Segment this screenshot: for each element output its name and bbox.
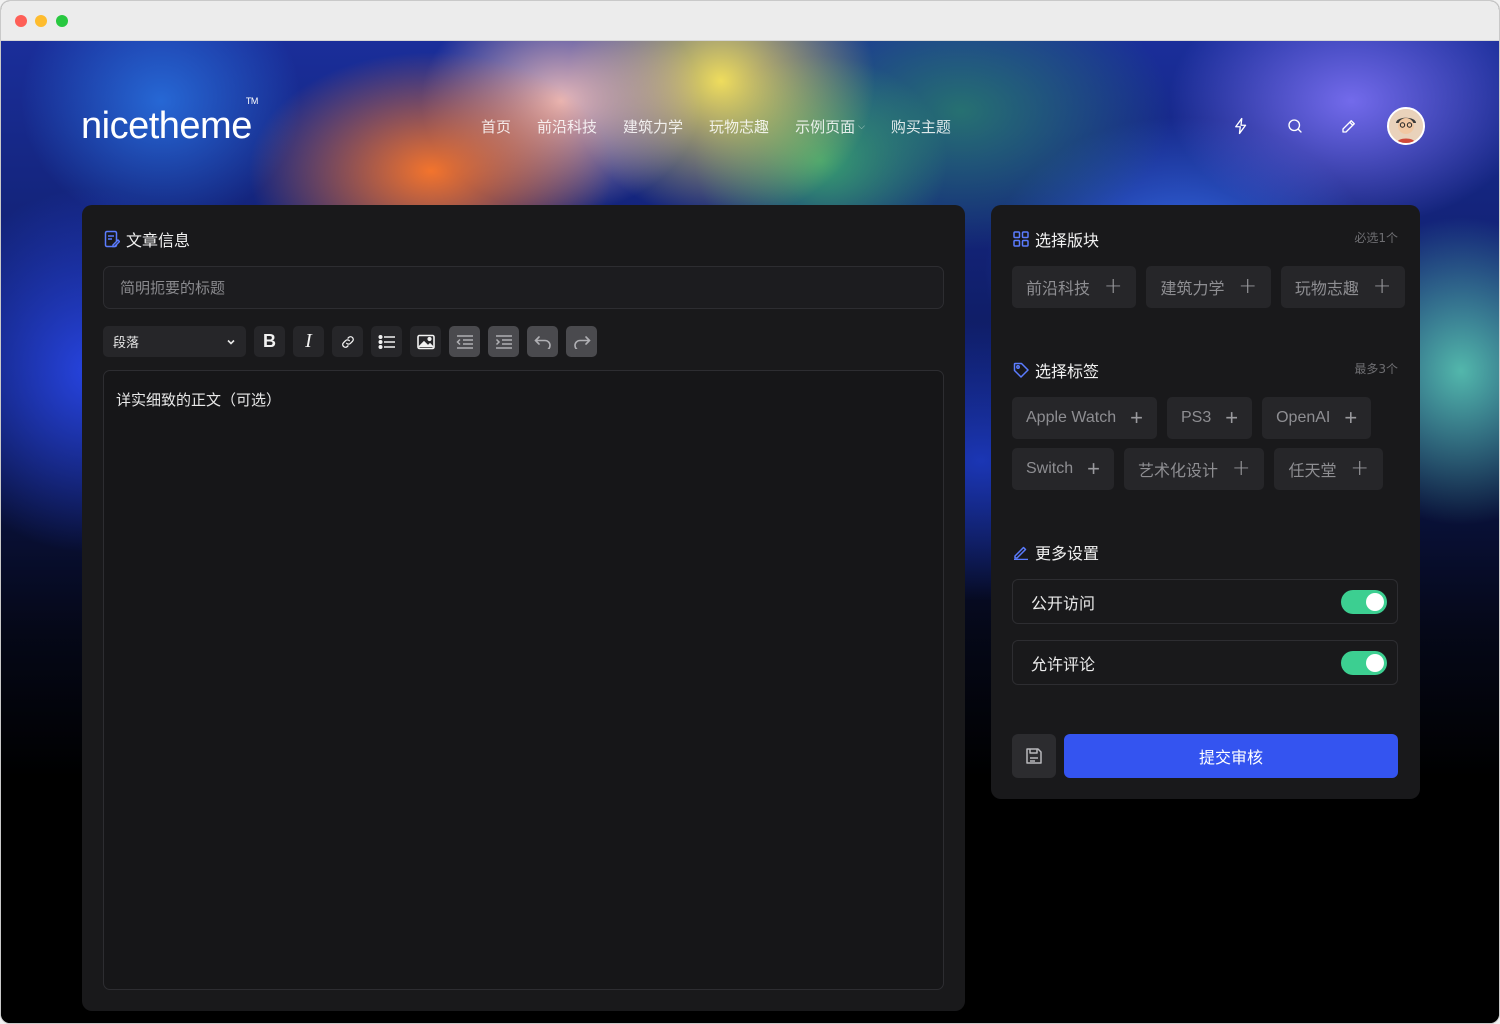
board-options: 前沿科技 + 建筑力学 + 玩物志趣 + [1012,266,1415,308]
plus-icon: + [1344,405,1358,430]
tag-options: Apple Watch + PS3 + OpenAI + [1012,397,1412,439]
header-actions [1225,107,1425,145]
plus-icon: + [1372,274,1392,299]
board-option-hobbies[interactable]: 玩物志趣 + [1280,266,1406,308]
outdent-button[interactable] [449,326,480,357]
article-section-title: 文章信息 [104,227,190,251]
nav-item-architecture[interactable]: 建筑力学 [623,116,683,137]
save-icon [1026,748,1042,764]
bullet-list-button[interactable] [371,326,402,357]
tag-option-openai[interactable]: OpenAI + [1262,397,1372,439]
grid-icon [1013,231,1029,247]
tag-option-apple-watch[interactable]: Apple Watch + [1012,397,1157,439]
allow-comments-toggle[interactable] [1341,650,1387,675]
indent-icon [495,334,512,349]
nav-item-hobbies[interactable]: 玩物志趣 [709,116,769,137]
plus-icon: + [1130,405,1143,430]
undo-icon [533,335,551,349]
edit-document-icon [104,230,120,248]
image-icon [416,334,435,349]
outdent-icon [455,334,473,349]
tag-option-switch[interactable]: Switch + [1012,448,1114,490]
tag-options-row2: Switch + 艺术化设计 + 任天堂 + [1012,448,1412,490]
submit-review-button[interactable]: 提交审核 [1064,734,1398,778]
window-titlebar [1,1,1499,41]
pen-icon [1013,544,1029,560]
nav-item-buy-theme[interactable]: 购买主题 [891,116,951,137]
editor-placeholder: 详实细致的正文（可选） [116,391,282,409]
insert-image-button[interactable] [410,326,441,357]
user-avatar[interactable] [1387,107,1425,145]
undo-button[interactable] [527,326,558,357]
plus-icon: + [1225,405,1239,430]
nav-item-tech[interactable]: 前沿科技 [537,116,597,137]
tag-option-art-design[interactable]: 艺术化设计 + [1123,448,1265,490]
paragraph-format-select[interactable]: 段落 [103,326,246,357]
tags-hint: 最多3个 [1354,362,1398,376]
plus-icon: + [1232,456,1251,481]
board-option-architecture[interactable]: 建筑力学 + [1146,266,1271,308]
maximize-window-button[interactable] [56,15,68,27]
plus-icon: + [1104,274,1123,299]
tag-icon [1013,362,1029,378]
browser-window: nicethemeTM 首页 前沿科技 建筑力学 玩物志趣 示例页面 ⌵ 购买主题 [0,0,1500,1024]
tag-option-nintendo[interactable]: 任天堂 + [1274,448,1383,490]
italic-button[interactable]: I [293,326,324,357]
close-window-button[interactable] [15,15,27,27]
site-logo[interactable]: nicethemeTM [81,96,264,148]
search-icon[interactable] [1279,107,1311,145]
public-access-row: 公开访问 [1012,579,1398,624]
nav-item-home[interactable]: 首页 [481,116,511,137]
article-panel: 文章信息 简明扼要的标题 段落 B I 详实细致的正文（可选） [82,205,965,1011]
tag-option-ps3[interactable]: PS3 + [1166,397,1253,439]
editor-toolbar: 段落 B I [103,326,605,357]
article-title-input[interactable]: 简明扼要的标题 [103,266,944,309]
settings-section-title: 更多设置 [1013,540,1099,564]
page-background: nicethemeTM 首页 前沿科技 建筑力学 玩物志趣 示例页面 ⌵ 购买主题 [1,41,1499,1023]
plus-icon: + [1350,456,1369,481]
plus-icon: + [1087,456,1100,481]
indent-button[interactable] [488,326,519,357]
link-button[interactable] [332,326,363,357]
article-body-editor[interactable]: 详实细致的正文（可选） [103,370,944,990]
chevron-down-icon [227,339,235,345]
nav-item-sample-pages[interactable]: 示例页面 ⌵ [795,116,865,137]
bullet-list-icon [377,334,395,349]
board-hint: 必选1个 [1354,231,1398,245]
minimize-window-button[interactable] [35,15,47,27]
chevron-down-icon: ⌵ [858,121,865,132]
public-access-toggle[interactable] [1341,589,1387,614]
bold-button[interactable]: B [254,326,285,357]
link-icon [341,335,354,348]
main-nav: 首页 前沿科技 建筑力学 玩物志趣 示例页面 ⌵ 购买主题 [481,116,977,137]
save-draft-button[interactable] [1012,734,1056,778]
post-options-panel: 选择版块 必选1个 前沿科技 + 建筑力学 + 玩物志趣 + 选择标签 最多3个 Ap… [991,205,1420,799]
board-option-tech[interactable]: 前沿科技 + [1012,266,1137,308]
plus-icon: + [1238,274,1257,299]
redo-button[interactable] [566,326,597,357]
board-section-title: 选择版块 [1013,227,1099,251]
flash-icon[interactable] [1225,107,1257,145]
allow-comments-row: 允许评论 [1012,640,1398,685]
redo-icon [573,335,591,349]
pencil-icon[interactable] [1333,107,1365,145]
tags-section-title: 选择标签 [1013,358,1099,382]
